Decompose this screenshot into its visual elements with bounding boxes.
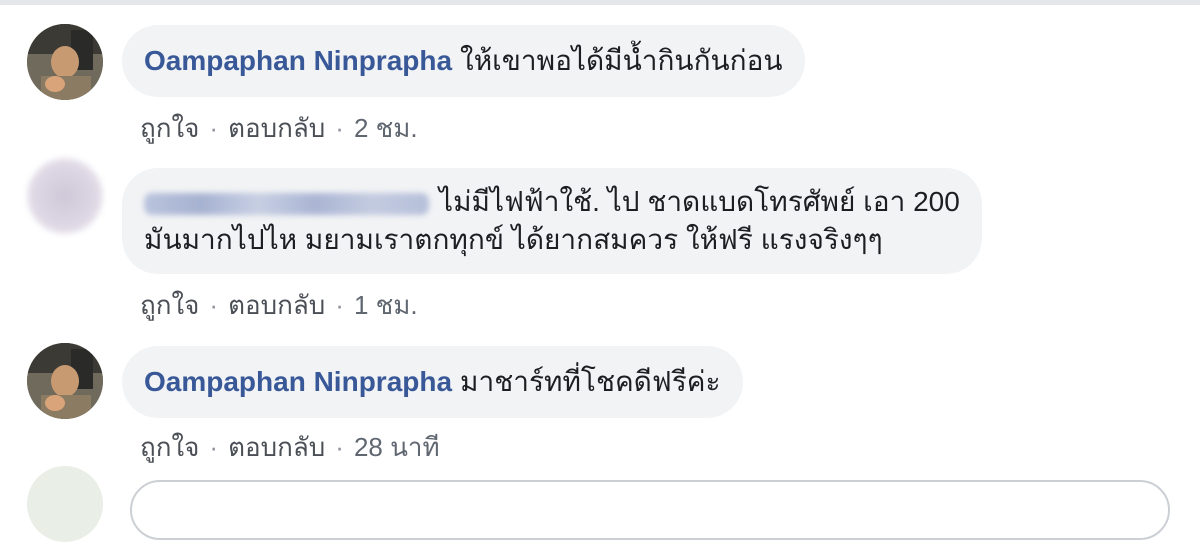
- like-link[interactable]: ถูกใจ: [140, 432, 199, 462]
- separator: ·: [209, 113, 219, 143]
- avatar-photo-icon: [27, 24, 103, 100]
- top-divider: [0, 0, 1200, 5]
- avatar[interactable]: [27, 343, 103, 419]
- comment-bubble: ไม่มีไฟฟ้าใช้. ไป ชาดแบดโทรศัพย์ เอา 200…: [122, 168, 982, 274]
- separator: ·: [335, 113, 344, 143]
- blurred-author-name[interactable]: [144, 192, 429, 215]
- comment-bubble: Oampaphan Ninprapha มาชาร์ทที่โชคดีฟรีค่ะ: [122, 346, 743, 418]
- comment-text: ไม่มีไฟฟ้าใช้. ไป ชาดแบดโทรศัพย์ เอา 200: [439, 186, 960, 217]
- comment-text: ให้เขาพอได้มีน้ำกินกันก่อน: [460, 45, 783, 76]
- reply-link[interactable]: ตอบกลับ: [228, 113, 325, 143]
- timestamp[interactable]: 1 ชม.: [354, 290, 418, 320]
- comment-bubble: Oampaphan Ninprapha ให้เขาพอได้มีน้ำกินกั…: [122, 25, 805, 97]
- comment-actions: ถูกใจ · ตอบกลับ · 2 ชม.: [140, 108, 418, 149]
- comment-author[interactable]: Oampaphan Ninprapha: [144, 366, 452, 397]
- timestamp[interactable]: 28 นาที: [354, 432, 440, 462]
- avatar[interactable]: [27, 24, 103, 100]
- like-link[interactable]: ถูกใจ: [140, 290, 199, 320]
- avatar: [27, 466, 103, 542]
- reply-link[interactable]: ตอบกลับ: [228, 290, 325, 320]
- timestamp[interactable]: 2 ชม.: [354, 113, 418, 143]
- avatar[interactable]: [27, 158, 103, 234]
- separator: ·: [209, 432, 219, 462]
- comment-actions: ถูกใจ · ตอบกลับ · 28 นาที: [140, 427, 440, 468]
- reply-link[interactable]: ตอบกลับ: [228, 432, 325, 462]
- like-link[interactable]: ถูกใจ: [140, 113, 199, 143]
- reply-input[interactable]: [130, 480, 1170, 540]
- comment-actions: ถูกใจ · ตอบกลับ · 1 ชม.: [140, 285, 418, 326]
- comment-text: มันมากไปไห มยามเราตกทุกข์ ได้ยากสมควร ให…: [144, 224, 883, 255]
- comment-text: มาชาร์ทที่โชคดีฟรีค่ะ: [460, 366, 721, 397]
- avatar-photo-icon: [27, 343, 103, 419]
- separator: ·: [335, 432, 344, 462]
- separator: ·: [209, 290, 219, 320]
- separator: ·: [335, 290, 344, 320]
- comment-author[interactable]: Oampaphan Ninprapha: [144, 45, 452, 76]
